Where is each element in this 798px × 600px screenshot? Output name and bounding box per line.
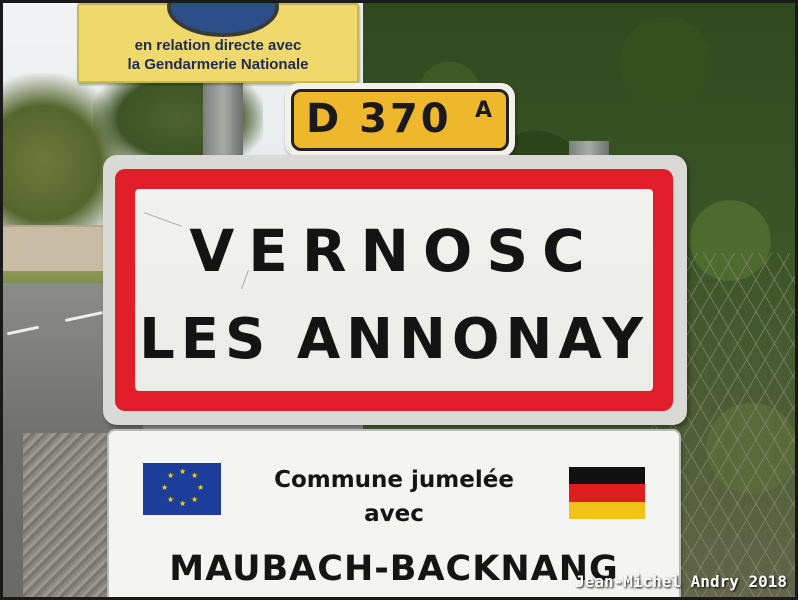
town-name-line-1: VERNOSC (189, 217, 599, 285)
town-name-line-2: LES ANNONAY (139, 307, 649, 372)
eu-flag-icon: ★ ★ ★ ★ ★ ★ ★ ★ (143, 463, 221, 515)
road-number-plate: D 370 A (285, 83, 515, 157)
town-entry-sign: VERNOSC LES ANNONAY (103, 155, 687, 425)
german-flag-icon (569, 467, 645, 519)
road-marking (65, 311, 103, 322)
road-number-plate-face: D 370 A (291, 89, 509, 151)
photo-scene: en relation directe avec la Gendarmerie … (3, 3, 795, 597)
twinning-line-2: avec (364, 501, 424, 527)
emblem-logo (167, 3, 279, 37)
town-sign-face: VERNOSC LES ANNONAY (135, 189, 653, 391)
gendarmerie-line-1: en relation directe avec (134, 37, 302, 54)
road-number: D 370 (306, 96, 452, 142)
twinning-line-1: Commune jumelée (274, 467, 514, 493)
sign-post (203, 73, 243, 163)
gendarmerie-line-2: la Gendarmerie Nationale (127, 56, 309, 73)
road-marking (7, 325, 39, 336)
photo-credit: Jean-Michel Andry 2018 (575, 572, 787, 591)
gendarmerie-sign: en relation directe avec la Gendarmerie … (77, 3, 359, 83)
road-number-suffix: A (474, 98, 492, 123)
stone-wall (3, 225, 108, 272)
town-sign-red-border: VERNOSC LES ANNONAY (115, 169, 673, 411)
